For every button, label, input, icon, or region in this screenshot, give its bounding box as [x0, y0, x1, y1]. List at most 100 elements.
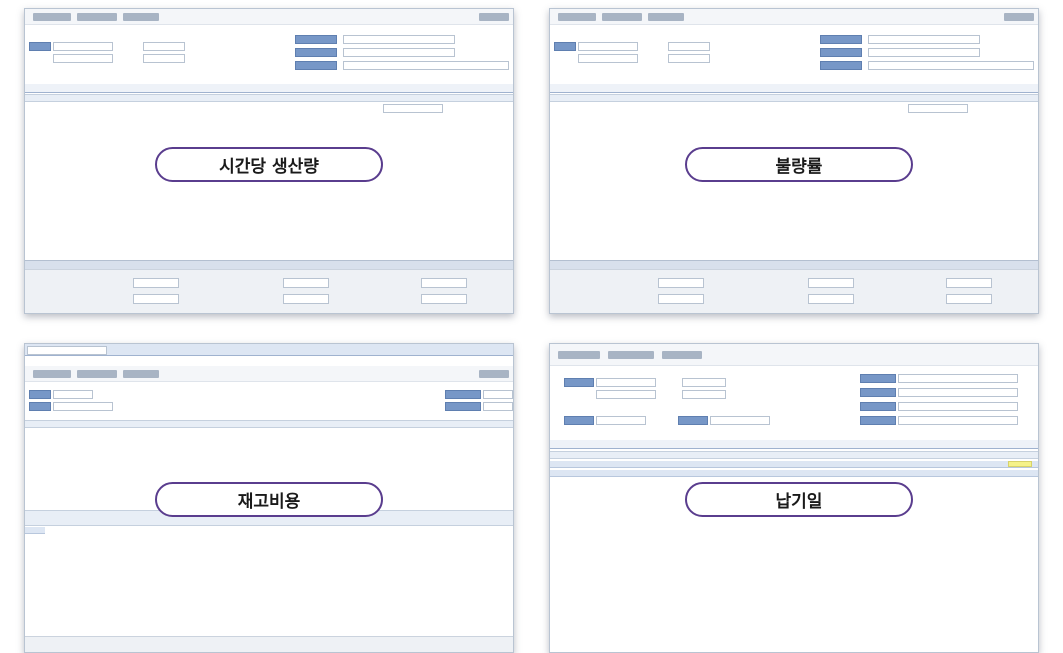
table-row[interactable]	[550, 461, 1038, 468]
toolbar-button[interactable]	[33, 370, 71, 378]
toolbar-button[interactable]	[558, 13, 596, 21]
filter-label	[860, 388, 896, 397]
caption-defect-rate: 불량률	[685, 147, 913, 182]
filter-label	[29, 402, 51, 411]
filter-label	[445, 390, 481, 399]
filter-field[interactable]	[483, 390, 513, 399]
summary-field	[421, 294, 467, 304]
date-from-field[interactable]	[578, 42, 638, 51]
filter-label	[295, 48, 337, 57]
time-select[interactable]	[668, 42, 710, 51]
toolbar	[550, 344, 1038, 366]
toolbar-button[interactable]	[123, 13, 159, 21]
date-to-field[interactable]	[596, 390, 656, 399]
filter-label	[29, 390, 51, 399]
filter-label	[295, 61, 337, 70]
tab-bar[interactable]	[550, 84, 1038, 93]
date-from-field[interactable]	[53, 42, 113, 51]
toolbar	[550, 9, 1038, 25]
grid-header	[25, 94, 513, 102]
filter-label	[678, 416, 708, 425]
summary-footer	[25, 269, 513, 313]
filter-select[interactable]	[898, 374, 1018, 383]
row-indicator	[25, 527, 45, 534]
filter-field[interactable]	[483, 402, 513, 411]
grid-cell-editor[interactable]	[383, 104, 443, 113]
grid-header	[550, 94, 1038, 102]
date-to-field[interactable]	[53, 54, 113, 63]
caption-delivery-date: 납기일	[685, 482, 913, 517]
caption-hourly-production: 시간당 생산량	[155, 147, 383, 182]
toolbar-button[interactable]	[123, 370, 159, 378]
toolbar-button[interactable]	[558, 351, 600, 359]
table-row[interactable]	[550, 470, 1038, 477]
filter-field[interactable]	[343, 48, 455, 57]
summary-field	[808, 278, 854, 288]
filter-label	[820, 48, 862, 57]
window-tab[interactable]	[27, 346, 107, 355]
toolbar-button[interactable]	[479, 13, 509, 21]
option-checkbox[interactable]	[53, 402, 113, 411]
filter-label	[860, 402, 896, 411]
filter-select[interactable]	[53, 390, 93, 399]
filter-label	[860, 416, 896, 425]
time-select[interactable]	[682, 390, 726, 399]
toolbar-button[interactable]	[77, 370, 117, 378]
date-from-field[interactable]	[596, 378, 656, 387]
time-select[interactable]	[143, 54, 185, 63]
toolbar	[25, 9, 513, 25]
summary-field	[946, 294, 992, 304]
filter-field[interactable]	[343, 61, 509, 70]
filter-select[interactable]	[596, 416, 646, 425]
filter-label	[554, 42, 576, 51]
filter-field[interactable]	[710, 416, 770, 425]
filter-field[interactable]	[898, 402, 1018, 411]
summary-field	[421, 278, 467, 288]
summary-field	[283, 294, 329, 304]
toolbar-button[interactable]	[1004, 13, 1034, 21]
toolbar-button[interactable]	[608, 351, 654, 359]
filter-select[interactable]	[343, 35, 455, 44]
summary-field	[133, 294, 179, 304]
filter-label	[445, 402, 481, 411]
filter-field[interactable]	[898, 416, 1018, 425]
toolbar	[25, 366, 513, 382]
grid-header	[550, 451, 1038, 459]
toolbar-button[interactable]	[662, 351, 702, 359]
grid-header	[25, 420, 513, 428]
summary-field	[658, 278, 704, 288]
time-select[interactable]	[143, 42, 185, 51]
window-tab-bar[interactable]	[25, 344, 513, 356]
summary-field	[658, 294, 704, 304]
toolbar-button[interactable]	[602, 13, 642, 21]
grid-cell-editor[interactable]	[908, 104, 968, 113]
filter-select[interactable]	[868, 35, 980, 44]
filter-label	[564, 378, 594, 387]
filter-label	[29, 42, 51, 51]
summary-footer	[550, 269, 1038, 313]
toolbar-button[interactable]	[77, 13, 117, 21]
filter-label	[564, 416, 594, 425]
tab-bar[interactable]	[25, 84, 513, 93]
filter-field[interactable]	[898, 388, 1018, 397]
toolbar-button[interactable]	[648, 13, 684, 21]
caption-inventory-cost: 재고비용	[155, 482, 383, 517]
date-to-field[interactable]	[578, 54, 638, 63]
tab-bar[interactable]	[550, 440, 1038, 449]
filter-field[interactable]	[868, 48, 980, 57]
filter-label	[820, 35, 862, 44]
summary-field	[808, 294, 854, 304]
filter-label	[295, 35, 337, 44]
filter-label	[820, 61, 862, 70]
summary-field	[133, 278, 179, 288]
toolbar-button[interactable]	[479, 370, 509, 378]
summary-field	[946, 278, 992, 288]
filter-field[interactable]	[868, 61, 1034, 70]
time-select[interactable]	[682, 378, 726, 387]
time-select[interactable]	[668, 54, 710, 63]
toolbar-button[interactable]	[33, 13, 71, 21]
summary-field	[283, 278, 329, 288]
filter-label	[860, 374, 896, 383]
highlighted-cell[interactable]	[1008, 461, 1032, 467]
summary-footer	[25, 636, 513, 652]
